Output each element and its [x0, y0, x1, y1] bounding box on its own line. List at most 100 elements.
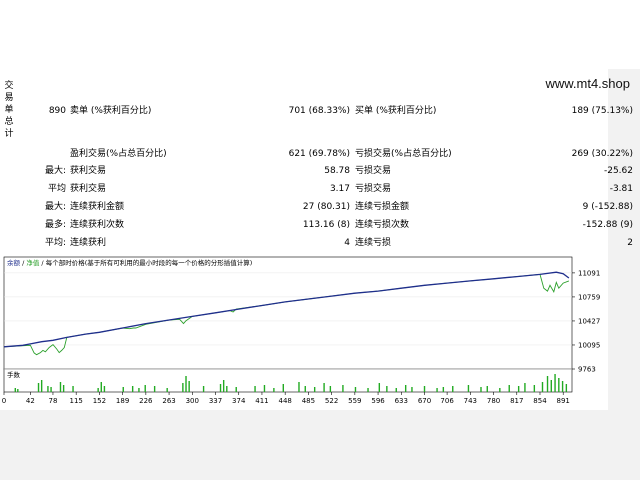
avg-prefix: 平均: — [44, 238, 66, 248]
profit-trades-value: 621 (69.78%) — [288, 149, 350, 159]
top-blank-area — [0, 0, 640, 69]
volume-bar — [103, 386, 106, 392]
x-tick-label: 559 — [348, 397, 361, 405]
volume-bar — [219, 384, 222, 392]
volume-bar — [436, 388, 438, 392]
x-tick-label: 891 — [557, 397, 570, 405]
avg-consecutive-losses-label: 连续亏损 — [355, 238, 392, 248]
x-tick-label: 300 — [186, 397, 199, 405]
largest-profit-label: 获利交易 — [70, 166, 107, 176]
max-consecutive-wins-value: 27 (80.31) — [302, 202, 350, 212]
x-tick-label: 670 — [418, 397, 431, 405]
x-tick-label: 522 — [325, 397, 338, 405]
max-prefix: 最大: — [44, 202, 66, 212]
volume-bar — [14, 388, 16, 392]
volume-bar — [554, 374, 556, 392]
bottom-margin — [0, 410, 608, 480]
volume-bar — [404, 385, 407, 392]
volume-bar — [40, 380, 43, 392]
volume-bar — [47, 386, 49, 392]
volume-bar — [97, 388, 99, 392]
y-tick-label: 11091 — [578, 269, 600, 277]
x-tick-label: 42 — [26, 397, 35, 405]
volume-bar — [313, 387, 316, 392]
max-consecutive-losses-label: 连续亏损金额 — [355, 202, 410, 212]
volume-bar — [442, 387, 445, 392]
total-trades-value: 890 — [48, 106, 66, 116]
max-consecutive-losses-value: 9 (-152.88) — [582, 202, 633, 212]
volume-bar — [50, 387, 52, 392]
largest-loss-value: -25.62 — [603, 166, 633, 176]
volume-bar — [452, 386, 454, 392]
volume-bar — [550, 380, 552, 392]
maximal-consecutive-loss-label: 连续亏损次数 — [355, 220, 410, 230]
short-trades-value: 701 (68.33%) — [288, 106, 350, 116]
side-label-trades-summary: 交 易 单 总 计 — [3, 80, 15, 140]
max-consecutive-wins-label: 连续获利金额 — [70, 202, 125, 212]
avg-consecutive-losses-value: 2 — [627, 238, 633, 248]
x-tick-label: 263 — [162, 397, 175, 405]
x-tick-label: 817 — [510, 397, 523, 405]
x-tick-label: 633 — [395, 397, 408, 405]
volume-bar — [517, 386, 520, 392]
x-tick-label: 854 — [533, 397, 547, 405]
x-tick-label: 706 — [440, 397, 454, 405]
long-trades-value: 189 (75.13%) — [571, 106, 633, 116]
volume-bar — [282, 384, 284, 392]
volume-bar — [565, 384, 568, 392]
average-loss-value: -3.81 — [609, 184, 633, 194]
side-char: 易 — [4, 93, 14, 103]
y-axis-ticks: 11091 10759 10427 10095 9763 — [572, 269, 600, 374]
volume-bar — [386, 386, 388, 392]
maximal-consecutive-profit-label: 连续获利次数 — [70, 220, 125, 230]
x-tick-label: 337 — [209, 397, 222, 405]
volume-bar — [546, 376, 549, 392]
y-tick-label: 10427 — [578, 317, 600, 325]
maximal-prefix: 最多: — [44, 220, 66, 230]
volume-bar — [263, 385, 266, 392]
volume-bar — [342, 385, 344, 392]
volume-bar — [508, 385, 510, 392]
x-tick-label: 780 — [487, 397, 500, 405]
average-loss-label: 亏损交易 — [355, 184, 392, 194]
legend-balance: 余额 — [7, 258, 21, 267]
average-profit-label: 获利交易 — [70, 184, 107, 194]
side-char: 总 — [4, 117, 14, 127]
avg-consecutive-wins-value: 4 — [344, 238, 350, 248]
legend-equity: 净值 — [26, 258, 40, 267]
y-tick-label: 9763 — [578, 366, 596, 374]
volume-bar — [235, 387, 237, 392]
watermark: www.mt4.shop — [545, 76, 630, 91]
volume-bar — [59, 382, 62, 392]
x-tick-label: 78 — [48, 397, 57, 405]
volume-bar — [188, 381, 190, 392]
volume-bar — [480, 387, 482, 392]
volume-bar — [411, 387, 413, 392]
volume-bar — [185, 376, 187, 392]
side-char: 计 — [4, 129, 14, 139]
side-char: 交 — [4, 81, 14, 91]
volume-bar — [17, 389, 19, 392]
volume-bar — [131, 386, 134, 392]
largest-loss-label: 亏损交易 — [355, 166, 392, 176]
profit-trades-label: 盈利交易(%占总百分比) — [70, 149, 167, 159]
volume-bar — [153, 386, 156, 392]
loss-trades-label: 亏损交易(%占总百分比) — [355, 149, 452, 159]
right-margin — [608, 69, 640, 480]
chart-legend: 余额 / 净值 / 每个部时价格(基于所有可利用的最小时段的每一个价格的分形插值… — [7, 258, 252, 267]
volume-bar — [367, 388, 369, 392]
volume-bar — [329, 386, 332, 392]
volume-bar — [254, 386, 256, 392]
volume-bar — [166, 388, 168, 392]
x-tick-label: 374 — [232, 397, 246, 405]
volume-bar — [354, 387, 357, 392]
x-tick-label: 189 — [116, 397, 129, 405]
volume-label: 手数 — [7, 370, 21, 379]
x-axis-ticks: 0 42 78 115 152 189 226 263 300 337 374 411 448 485 52… — [2, 392, 570, 405]
volume-bar — [541, 382, 544, 392]
volume-bar — [323, 383, 325, 392]
y-tick-label: 10759 — [578, 293, 600, 301]
x-tick-label: 115 — [69, 397, 82, 405]
volume-bar — [273, 388, 275, 392]
x-tick-label: 411 — [255, 397, 268, 405]
